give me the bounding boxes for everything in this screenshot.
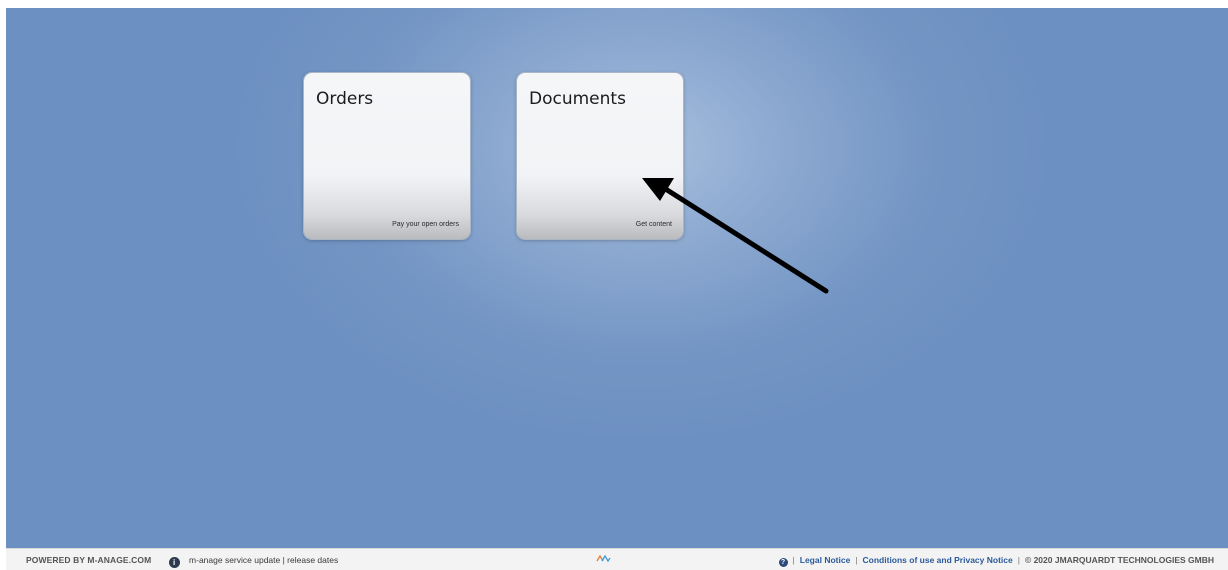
documents-tile-subtitle: Get content	[635, 221, 672, 228]
separator: |	[1017, 555, 1020, 565]
question-icon[interactable]: ?	[778, 558, 788, 567]
copyright-text: © 2020 JMARQUARDT TECHNOLOGIES GMBH	[1024, 555, 1214, 565]
service-update-link[interactable]: m-anage service update | release dates	[189, 555, 338, 565]
footer-left: POWERED BY M-ANAGE.COM i m-anage service…	[26, 555, 338, 568]
m-anage-wave-icon	[596, 554, 611, 563]
documents-tile[interactable]: Documents Get content	[517, 73, 683, 239]
powered-by-link[interactable]: POWERED BY M-ANAGE.COM	[26, 555, 151, 565]
documents-tile-title: Documents	[529, 89, 626, 109]
footer-right: ? | Legal Notice | Conditions of use and Pri…	[778, 555, 1214, 567]
footer: POWERED BY M-ANAGE.COM i m-anage service…	[6, 548, 1228, 570]
orders-tile-subtitle: Pay your open orders	[392, 221, 459, 228]
info-icon[interactable]: i	[168, 557, 180, 568]
conditions-privacy-link[interactable]: Conditions of use and Privacy Notice	[863, 555, 1013, 565]
orders-tile[interactable]: Orders Pay your open orders	[304, 73, 470, 239]
orders-tile-title: Orders	[316, 89, 374, 109]
separator: |	[855, 555, 858, 565]
dashboard-area: Orders Pay your open orders Documents Ge…	[6, 8, 1228, 548]
legal-notice-link[interactable]: Legal Notice	[800, 555, 851, 565]
separator: |	[792, 555, 795, 565]
